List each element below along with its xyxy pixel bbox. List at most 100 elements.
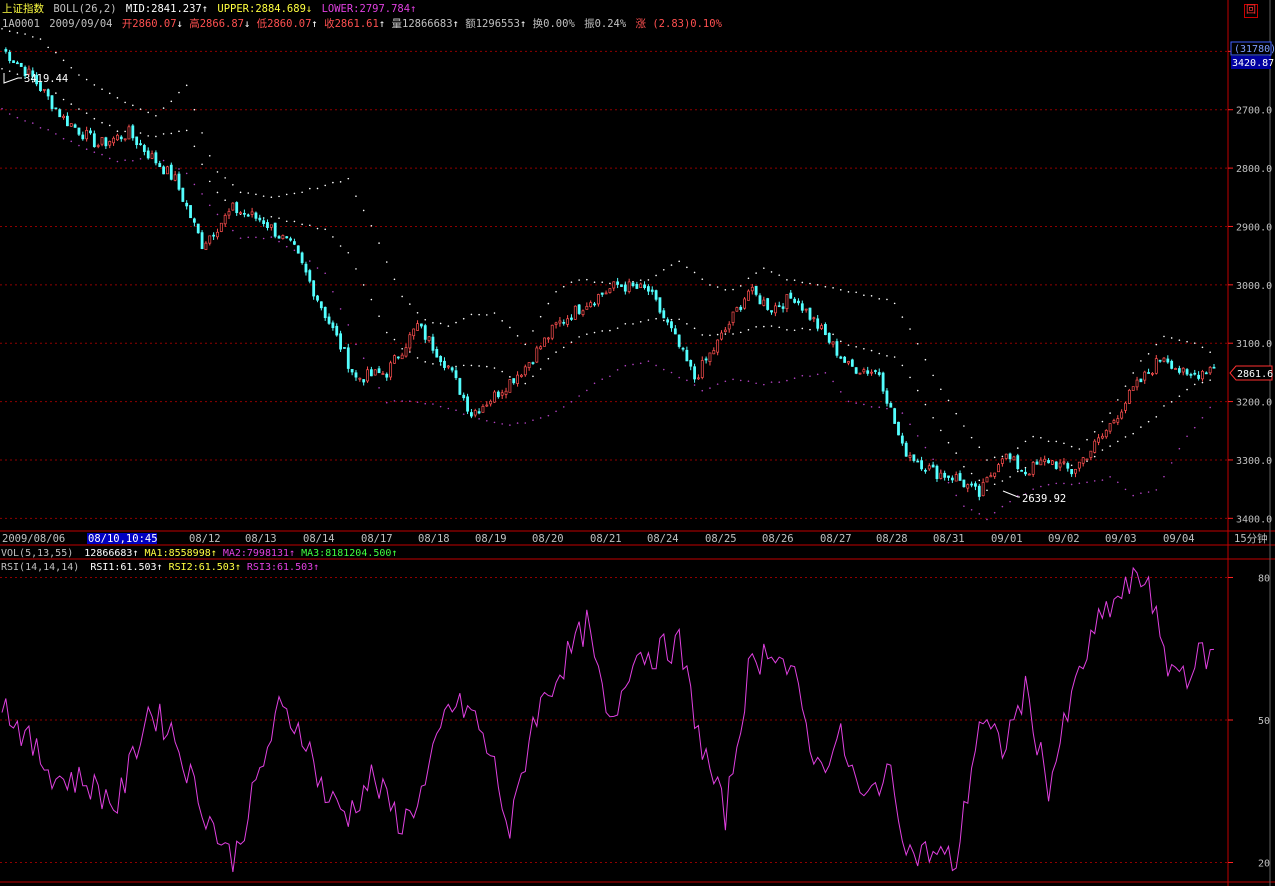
upper-band-dot	[116, 97, 119, 99]
mid-band-dot	[62, 98, 65, 101]
candle-body	[373, 369, 377, 376]
mid-band-dot	[278, 217, 280, 219]
mid-band-dot	[455, 365, 457, 368]
candle-body	[1074, 469, 1077, 474]
candle-body	[847, 361, 850, 364]
mid-band-dot	[632, 323, 634, 325]
candle-body	[212, 234, 216, 237]
upper-band-dot	[193, 108, 196, 111]
candle-body	[931, 464, 935, 468]
lower-band-dot	[870, 406, 873, 408]
candle-body	[954, 474, 958, 482]
stock-chart-window: 上证指数 BOLL(26,2) MID:2841.237↑ UPPER:2884…	[0, 0, 1275, 886]
lower-band-dot	[108, 157, 111, 160]
upper-band-dot	[724, 289, 727, 291]
candle-body	[454, 370, 458, 379]
candle-body	[731, 311, 735, 323]
upper-band-dot	[855, 291, 857, 294]
lower-band-dot	[562, 406, 565, 408]
mid-band-dot	[309, 224, 311, 227]
mid-band-dot	[1001, 480, 1004, 482]
candle-body	[835, 341, 839, 356]
candle-body	[54, 107, 58, 110]
mid-band-dot	[716, 333, 719, 336]
mid-band-dot	[755, 326, 757, 328]
candle-body	[289, 238, 292, 241]
upper-band-dot	[793, 279, 796, 281]
rsi3-value: RSI3:61.503	[247, 562, 313, 573]
candle-body	[239, 212, 242, 215]
rsi-tick-label: 80	[1258, 574, 1270, 585]
lower-band-dot	[839, 391, 842, 393]
candle-body	[73, 124, 77, 128]
mid-band-dot	[901, 364, 904, 367]
bollinger-bands	[1, 27, 1211, 521]
candle-body	[1054, 461, 1058, 469]
lower-band-dot	[816, 373, 819, 376]
candle-body	[196, 223, 200, 234]
mid-band-dot	[301, 223, 303, 226]
lower-band-dot	[501, 423, 503, 425]
time-axis-label: 09/02	[1048, 533, 1080, 545]
time-axis-label: 08/17	[361, 533, 393, 545]
mid-band-dot	[324, 228, 327, 231]
candle-body	[750, 286, 754, 292]
candle-body	[566, 318, 570, 325]
candle-body	[531, 362, 535, 364]
upper-band-dot	[462, 317, 465, 320]
time-axis-label: 08/21	[590, 533, 622, 545]
upper-band-dot	[24, 33, 26, 35]
candle-body	[1151, 372, 1154, 375]
lower-band-dot	[139, 158, 142, 160]
upper-band-dot	[139, 108, 142, 110]
lower-band-dot	[616, 369, 619, 371]
lower-band-dot	[847, 400, 850, 403]
candle-body	[1108, 423, 1112, 432]
mid-band-dot	[432, 363, 434, 365]
lower-band-dot	[586, 389, 588, 392]
candle-body	[416, 323, 419, 331]
candle-body	[158, 163, 162, 168]
candle-body	[358, 377, 362, 380]
candle-body	[866, 370, 870, 374]
upper-band-dot	[647, 279, 650, 281]
time-axis-label: 08/10,10:45	[88, 533, 158, 545]
lower-band-dot	[285, 245, 288, 248]
upper-band-dot	[1, 27, 3, 30]
period-label[interactable]: 15分钟	[1234, 532, 1268, 545]
lower-band-dot	[316, 267, 319, 269]
candle-body	[989, 475, 993, 478]
candle-body	[1170, 360, 1174, 369]
candle-body	[1077, 461, 1081, 469]
upper-band-dot	[393, 278, 396, 281]
mid-band-dot	[678, 318, 680, 321]
candle-body	[970, 483, 974, 486]
candle-body	[1070, 469, 1074, 475]
candle-body	[254, 212, 258, 219]
candle-body	[339, 333, 342, 350]
lower-band-dot	[278, 240, 280, 243]
candle-body	[612, 281, 616, 289]
candle-body	[412, 328, 416, 337]
candle-body	[693, 366, 696, 380]
upper-band-dot	[324, 184, 327, 187]
lower-band-dot	[262, 237, 265, 240]
lower-band-dot	[16, 116, 19, 119]
candle-body	[939, 472, 943, 479]
mid-band-dot	[578, 336, 580, 338]
candle-body	[516, 374, 519, 384]
lower-band-dot	[670, 371, 673, 374]
mid-band-dot	[139, 132, 142, 134]
upper-band-dot	[1193, 342, 1196, 344]
candle-body	[870, 371, 873, 374]
mid-band-dot	[878, 352, 881, 355]
candle-body	[1093, 440, 1097, 453]
candle-body	[250, 211, 254, 215]
mid-band-dot	[1140, 426, 1142, 428]
mid-band-dot	[970, 472, 973, 475]
mid-band-dot	[1117, 440, 1119, 443]
mid-band-dot	[370, 298, 373, 301]
lower-band-dot	[1009, 500, 1011, 503]
upper-band-dot	[178, 91, 180, 94]
candle-body	[666, 319, 670, 323]
